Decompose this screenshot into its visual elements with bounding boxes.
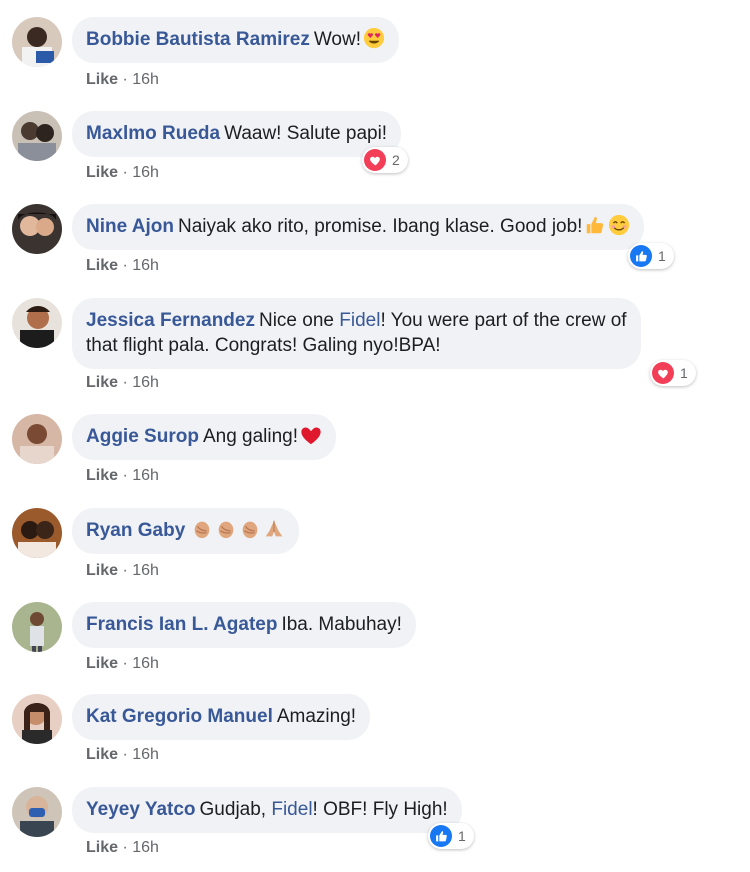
commenter-name[interactable]: Jessica Fernandez	[86, 310, 255, 331]
commenter-name[interactable]: Maxlmo Rueda	[86, 123, 220, 144]
commenter-name[interactable]: Nine Ajon	[86, 216, 174, 237]
comment-meta: Like · 16h	[86, 374, 159, 392]
love-reaction-icon	[652, 362, 674, 384]
comment-text: ! You were part of the crew of	[380, 310, 627, 331]
timestamp[interactable]: 16h	[132, 746, 159, 763]
clapping-hands-emoji-icon	[215, 518, 237, 540]
comment-text: Waaw! Salute papi!	[224, 123, 388, 144]
comment-meta: Like · 16h	[86, 655, 159, 673]
comment-text: ! OBF! Fly High!	[312, 799, 448, 820]
avatar[interactable]	[12, 204, 62, 254]
reaction-summary[interactable]: 1	[628, 243, 674, 269]
like-link[interactable]: Like	[86, 467, 118, 484]
avatar[interactable]	[12, 787, 62, 837]
avatar[interactable]	[12, 17, 62, 67]
reaction-count: 1	[658, 248, 666, 264]
avatar[interactable]	[12, 111, 62, 161]
avatar[interactable]	[12, 414, 62, 464]
comment-meta: Like · 16h	[86, 562, 159, 580]
comment-text: Naiyak ako rito, promise. Ibang klase. G…	[177, 216, 583, 237]
like-link[interactable]: Like	[86, 257, 118, 274]
avatar[interactable]	[12, 298, 62, 348]
commenter-name[interactable]: Aggie Surop	[86, 426, 199, 447]
timestamp[interactable]: 16h	[132, 562, 159, 579]
like-link[interactable]: Like	[86, 746, 118, 763]
commenter-name[interactable]: Ryan Gaby	[86, 520, 185, 541]
clapping-hands-emoji-icon	[239, 518, 261, 540]
like-link[interactable]: Like	[86, 374, 118, 391]
comment-text: Gudjab,	[199, 799, 272, 820]
heart-eyes-emoji-icon	[363, 27, 385, 49]
comment-text: Iba. Mabuhay!	[281, 614, 402, 635]
separator: ·	[118, 839, 133, 856]
like-reaction-icon	[630, 245, 652, 267]
like-link[interactable]: Like	[86, 562, 118, 579]
timestamp[interactable]: 16h	[132, 164, 159, 181]
separator: ·	[118, 655, 133, 672]
comment-bubble: Ryan Gaby	[72, 508, 300, 554]
separator: ·	[118, 257, 133, 274]
reaction-count: 1	[458, 828, 466, 844]
comment-meta: Like · 16h	[86, 71, 159, 89]
mention-link[interactable]: Fidel	[271, 799, 312, 820]
like-reaction-icon	[430, 825, 452, 847]
comment-text: Wow!	[313, 29, 361, 50]
like-link[interactable]: Like	[86, 71, 118, 88]
comment-bubble: Maxlmo Rueda Waaw! Salute papi!	[72, 111, 402, 157]
separator: ·	[118, 164, 133, 181]
reaction-summary[interactable]: 2	[362, 147, 408, 173]
mention-link[interactable]: Fidel	[339, 310, 380, 331]
comment-bubble: Jessica Fernandez Nice one Fidel! You wer…	[72, 298, 641, 369]
comment-meta: Like · 16h	[86, 839, 159, 857]
avatar[interactable]	[12, 694, 62, 744]
comment-meta: Like · 16h	[86, 164, 159, 182]
like-link[interactable]: Like	[86, 839, 118, 856]
reaction-summary[interactable]: 1	[650, 360, 696, 386]
comment-bubble: Yeyey Yatco Gudjab, Fidel! OBF! Fly High!	[72, 787, 462, 833]
avatar[interactable]	[12, 508, 62, 558]
comment-text: Amazing!	[276, 706, 357, 727]
comment-text: Nice one	[258, 310, 340, 331]
smiling-emoji-icon	[609, 214, 630, 236]
comment-meta: Like · 16h	[86, 746, 159, 764]
commenter-name[interactable]: Yeyey Yatco	[86, 799, 196, 820]
separator: ·	[118, 374, 133, 391]
commenter-name[interactable]: Kat Gregorio Manuel	[86, 706, 273, 727]
comment-bubble: Nine Ajon Naiyak ako rito, promise. Ibang…	[72, 204, 645, 250]
timestamp[interactable]: 16h	[132, 467, 159, 484]
timestamp[interactable]: 16h	[132, 257, 159, 274]
comment-text: that flight pala. Congrats! Galing nyo!B…	[86, 335, 441, 356]
separator: ·	[118, 467, 133, 484]
thumbs-up-emoji-icon	[587, 216, 604, 234]
reaction-count: 2	[392, 152, 400, 168]
timestamp[interactable]: 16h	[132, 839, 159, 856]
clapping-hands-emoji-icon	[191, 518, 213, 540]
comment-meta: Like · 16h	[86, 257, 159, 275]
timestamp[interactable]: 16h	[132, 655, 159, 672]
timestamp[interactable]: 16h	[132, 71, 159, 88]
reaction-count: 1	[680, 365, 688, 381]
reaction-summary[interactable]: 1	[428, 823, 474, 849]
avatar[interactable]	[12, 602, 62, 652]
comment-meta: Like · 16h	[86, 467, 159, 485]
timestamp[interactable]: 16h	[132, 374, 159, 391]
comment-bubble: Aggie Surop Ang galing!	[72, 414, 337, 460]
love-reaction-icon	[364, 149, 386, 171]
comment-text: Ang galing!	[202, 426, 299, 447]
like-link[interactable]: Like	[86, 164, 118, 181]
like-link[interactable]: Like	[86, 655, 118, 672]
separator: ·	[118, 746, 133, 763]
red-heart-emoji-icon	[301, 427, 321, 445]
commenter-name[interactable]: Francis Ian L. Agatep	[86, 614, 277, 635]
comment-bubble: Francis Ian L. Agatep Iba. Mabuhay!	[72, 602, 416, 648]
separator: ·	[118, 71, 133, 88]
praying-hands-emoji-icon	[266, 520, 283, 537]
comment-bubble: Kat Gregorio Manuel Amazing!	[72, 694, 371, 740]
separator: ·	[118, 562, 133, 579]
comment-bubble: Bobbie Bautista Ramirez Wow!	[72, 17, 399, 63]
commenter-name[interactable]: Bobbie Bautista Ramirez	[86, 29, 310, 50]
